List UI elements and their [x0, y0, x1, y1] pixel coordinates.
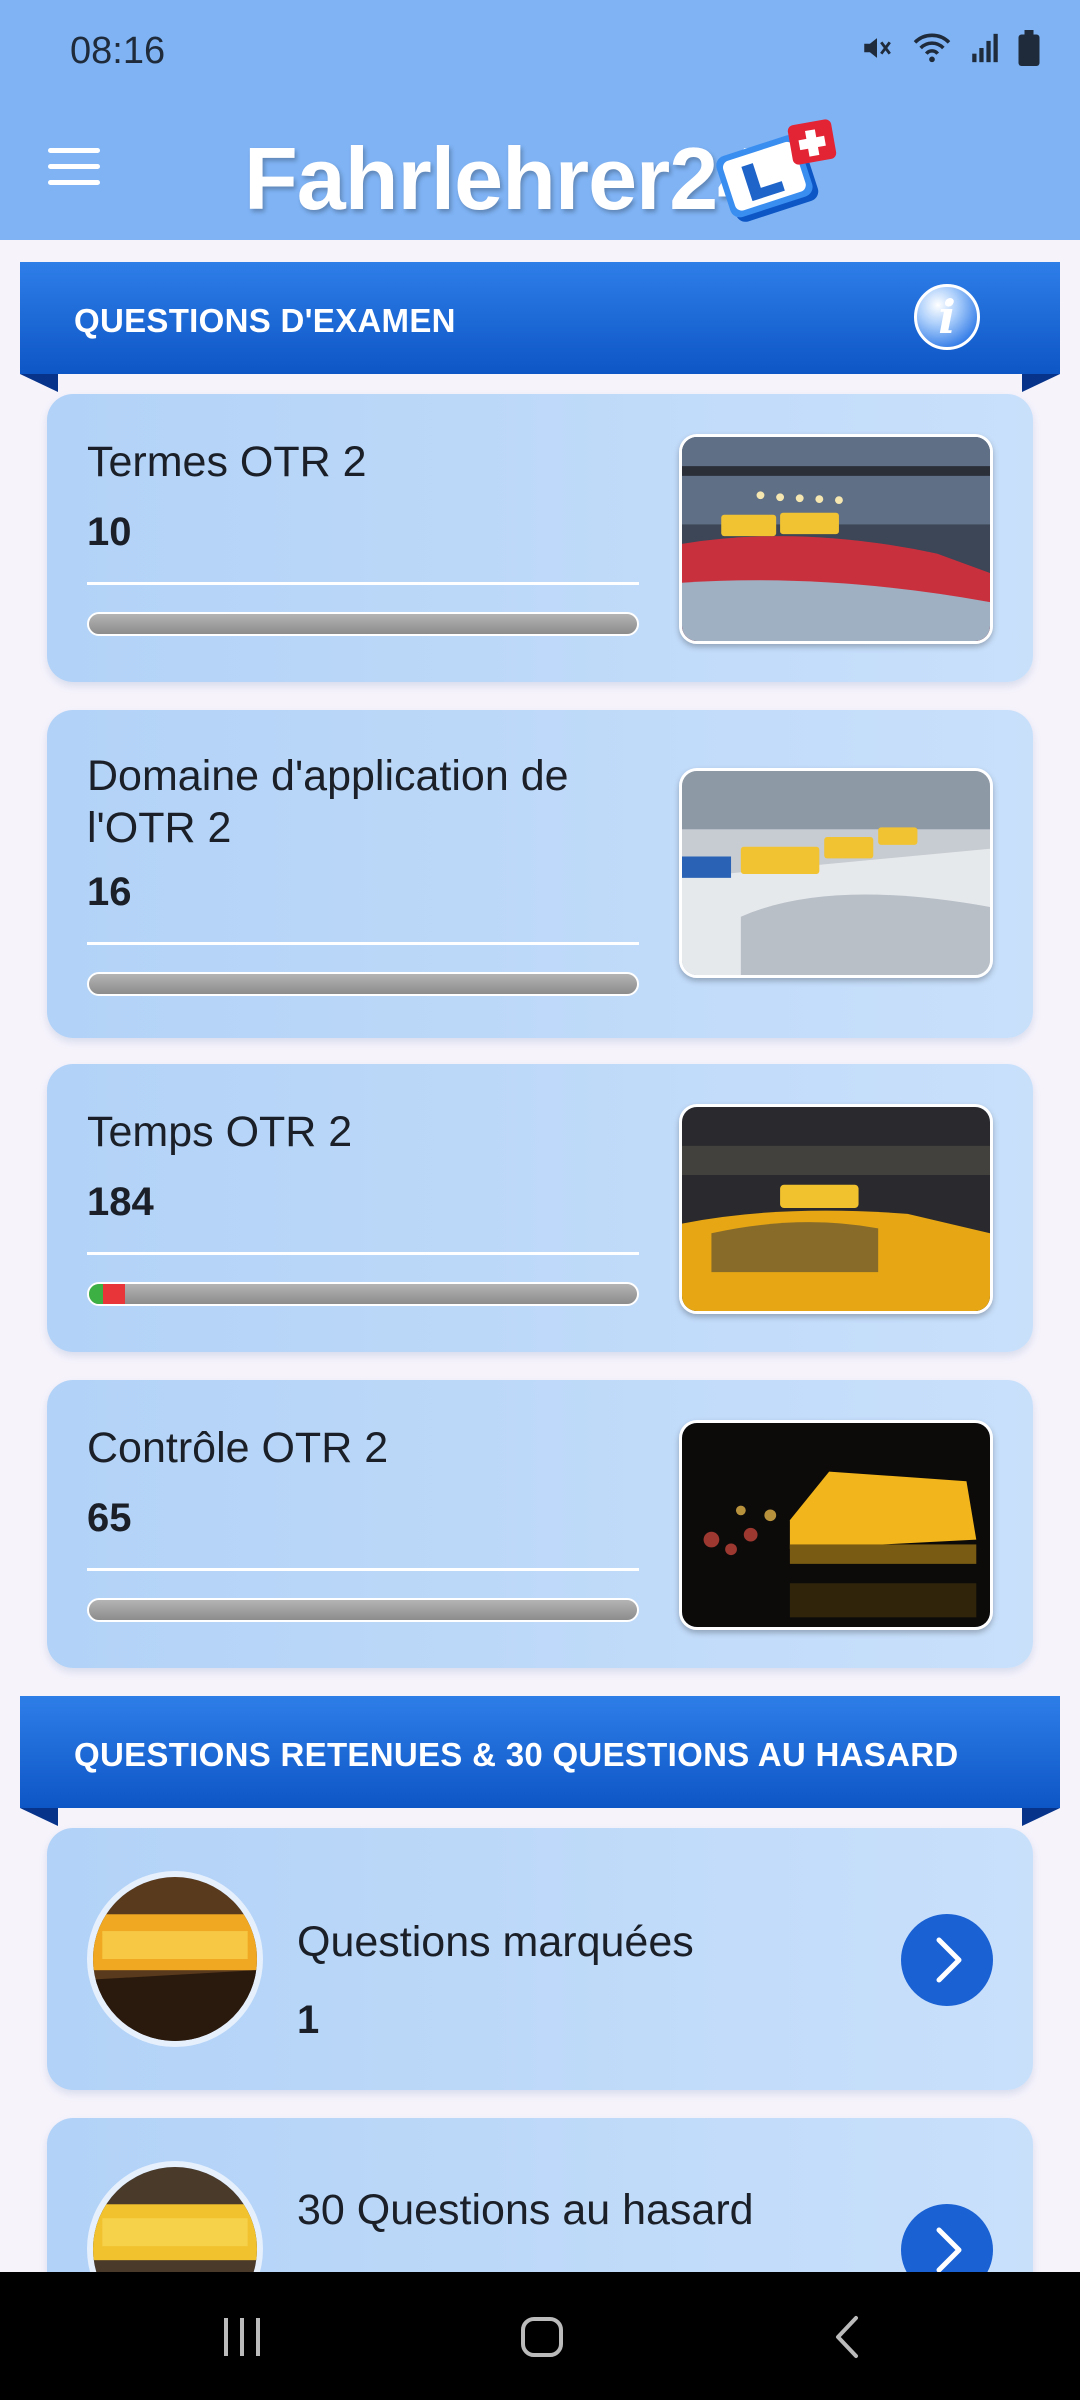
- chevron-right-icon[interactable]: [901, 1914, 993, 2006]
- progress-bar: [87, 972, 639, 996]
- section-title: QUESTIONS RETENUES & 30 QUESTIONS AU HAS…: [74, 1736, 959, 1773]
- status-icons: [860, 30, 1040, 75]
- progress-wrong: [102, 1284, 125, 1304]
- progress-correct: [89, 1284, 103, 1304]
- topic-title: Temps OTR 2: [87, 1108, 353, 1156]
- wifi-icon: [912, 31, 952, 74]
- list-item-marked-questions[interactable]: Questions marquées 1: [47, 1828, 1033, 2090]
- topic-card[interactable]: Domaine d'application de l'OTR 2 16: [47, 710, 1033, 1038]
- home-icon[interactable]: [520, 2312, 564, 2362]
- topic-image: [679, 1104, 993, 1314]
- list-item-title: 30 Questions au hasard: [297, 2186, 754, 2234]
- divider: [87, 582, 639, 585]
- back-icon[interactable]: [830, 2312, 866, 2362]
- question-count: 65: [87, 1496, 132, 1540]
- recent-apps-icon[interactable]: [220, 2312, 264, 2362]
- progress-bar: [87, 1598, 639, 1622]
- section-banner-saved: QUESTIONS RETENUES & 30 QUESTIONS AU HAS…: [20, 1696, 1060, 1826]
- app-header: Fahrlehrer24: [0, 106, 1080, 240]
- topic-title: Contrôle OTR 2: [87, 1424, 389, 1472]
- hamburger-icon[interactable]: [48, 148, 100, 188]
- signal-icon: [970, 31, 1000, 74]
- l-plate-swiss-logo: [708, 116, 848, 226]
- list-item-count: 1: [297, 1998, 320, 2042]
- mute-icon: [860, 31, 894, 74]
- topic-title: Termes OTR 2: [87, 438, 367, 486]
- system-nav-bar: [0, 2272, 1080, 2400]
- topic-card[interactable]: Termes OTR 2 10: [47, 394, 1033, 682]
- topic-card[interactable]: Temps OTR 2 184: [47, 1064, 1033, 1352]
- divider: [87, 1252, 639, 1255]
- topic-image: [679, 434, 993, 644]
- question-count: 184: [87, 1180, 154, 1224]
- status-bar: 08:16: [0, 0, 1080, 106]
- info-icon[interactable]: i: [914, 284, 980, 350]
- question-count: 16: [87, 870, 132, 914]
- topic-image: [679, 1420, 993, 1630]
- section-banner-exam: QUESTIONS D'EXAMEN i: [20, 262, 1060, 392]
- app-title: Fahrlehrer24: [244, 129, 766, 228]
- question-count: 10: [87, 510, 132, 554]
- topic-image: [679, 768, 993, 978]
- progress-bar: [87, 1282, 639, 1306]
- list-item-title: Questions marquées: [297, 1918, 694, 1966]
- topic-title: Domaine d'application de l'OTR 2: [87, 752, 569, 852]
- battery-icon: [1018, 30, 1040, 75]
- progress-bar: [87, 612, 639, 636]
- divider: [87, 942, 639, 945]
- avatar: [87, 1871, 263, 2047]
- divider: [87, 1568, 639, 1571]
- topic-card[interactable]: Contrôle OTR 2 65: [47, 1380, 1033, 1668]
- status-time: 08:16: [70, 30, 166, 72]
- section-title: QUESTIONS D'EXAMEN: [74, 302, 456, 339]
